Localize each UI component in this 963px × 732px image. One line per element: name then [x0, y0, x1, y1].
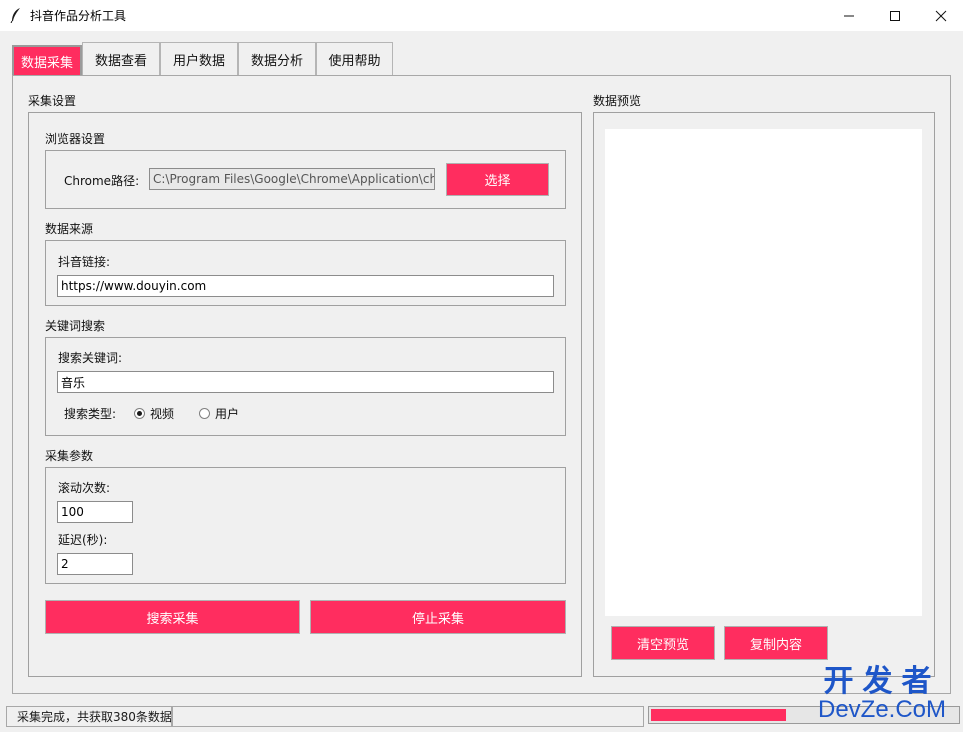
search-type-label: 搜索类型: — [64, 407, 117, 421]
progress-fill — [651, 709, 786, 721]
stop-collect-button[interactable]: 停止采集 — [310, 600, 566, 634]
minimize-icon — [844, 15, 854, 16]
keyword-search-title: 关键词搜索 — [45, 319, 106, 333]
radio-user-label: 用户 — [215, 407, 240, 421]
tab-help[interactable]: 使用帮助 — [316, 42, 393, 75]
chrome-path-label: Chrome路径: — [64, 174, 140, 188]
collect-params-title: 采集参数 — [45, 449, 94, 463]
tab-data-collect[interactable]: 数据采集 — [12, 45, 82, 75]
maximize-icon — [890, 10, 900, 21]
window-title: 抖音作品分析工具 — [30, 9, 127, 23]
maximize-button[interactable] — [872, 0, 918, 31]
douyin-link-label: 抖音链接: — [58, 255, 111, 269]
tab-user-data[interactable]: 用户数据 — [160, 42, 238, 75]
radio-unchecked-icon — [199, 408, 210, 419]
clear-preview-button[interactable]: 清空预览 — [611, 626, 715, 660]
radio-video[interactable]: 视频 — [134, 405, 174, 422]
keyword-input[interactable]: 音乐 — [57, 371, 554, 393]
browser-settings-title: 浏览器设置 — [45, 132, 106, 146]
scroll-count-input[interactable]: 100 — [57, 501, 133, 523]
watermark-line-2: DevZe.CoM — [817, 696, 947, 723]
watermark: 开发者 DevZe.CoM — [806, 666, 958, 726]
delay-label: 延迟(秒): — [58, 533, 108, 547]
preview-textarea[interactable] — [605, 129, 922, 616]
radio-user[interactable]: 用户 — [199, 405, 239, 422]
close-button[interactable] — [918, 0, 963, 31]
title-bar — [0, 0, 963, 31]
douyin-link-input[interactable]: https://www.douyin.com — [57, 275, 554, 297]
status-bar-spacer — [172, 706, 644, 727]
close-icon — [935, 10, 947, 21]
search-collect-button[interactable]: 搜索采集 — [45, 600, 300, 634]
feather-icon — [10, 8, 20, 23]
keyword-label: 搜索关键词: — [58, 351, 123, 365]
minimize-button[interactable] — [826, 0, 872, 31]
chrome-path-field[interactable]: C:\Program Files\Google\Chrome\Applicati… — [149, 168, 435, 190]
radio-video-label: 视频 — [150, 407, 175, 421]
select-chrome-button[interactable]: 选择 — [446, 163, 549, 196]
tab-data-view[interactable]: 数据查看 — [82, 42, 160, 75]
status-text: 采集完成，共获取380条数据 — [6, 706, 172, 727]
radio-checked-icon — [134, 408, 145, 419]
data-preview-title: 数据预览 — [593, 94, 642, 108]
delay-input[interactable]: 2 — [57, 553, 133, 575]
watermark-line-1: 开发者 — [823, 664, 941, 699]
copy-content-button[interactable]: 复制内容 — [724, 626, 828, 660]
tab-data-analysis[interactable]: 数据分析 — [238, 42, 316, 75]
scroll-count-label: 滚动次数: — [58, 481, 111, 495]
collect-settings-title: 采集设置 — [28, 94, 77, 108]
data-source-title: 数据来源 — [45, 222, 94, 236]
